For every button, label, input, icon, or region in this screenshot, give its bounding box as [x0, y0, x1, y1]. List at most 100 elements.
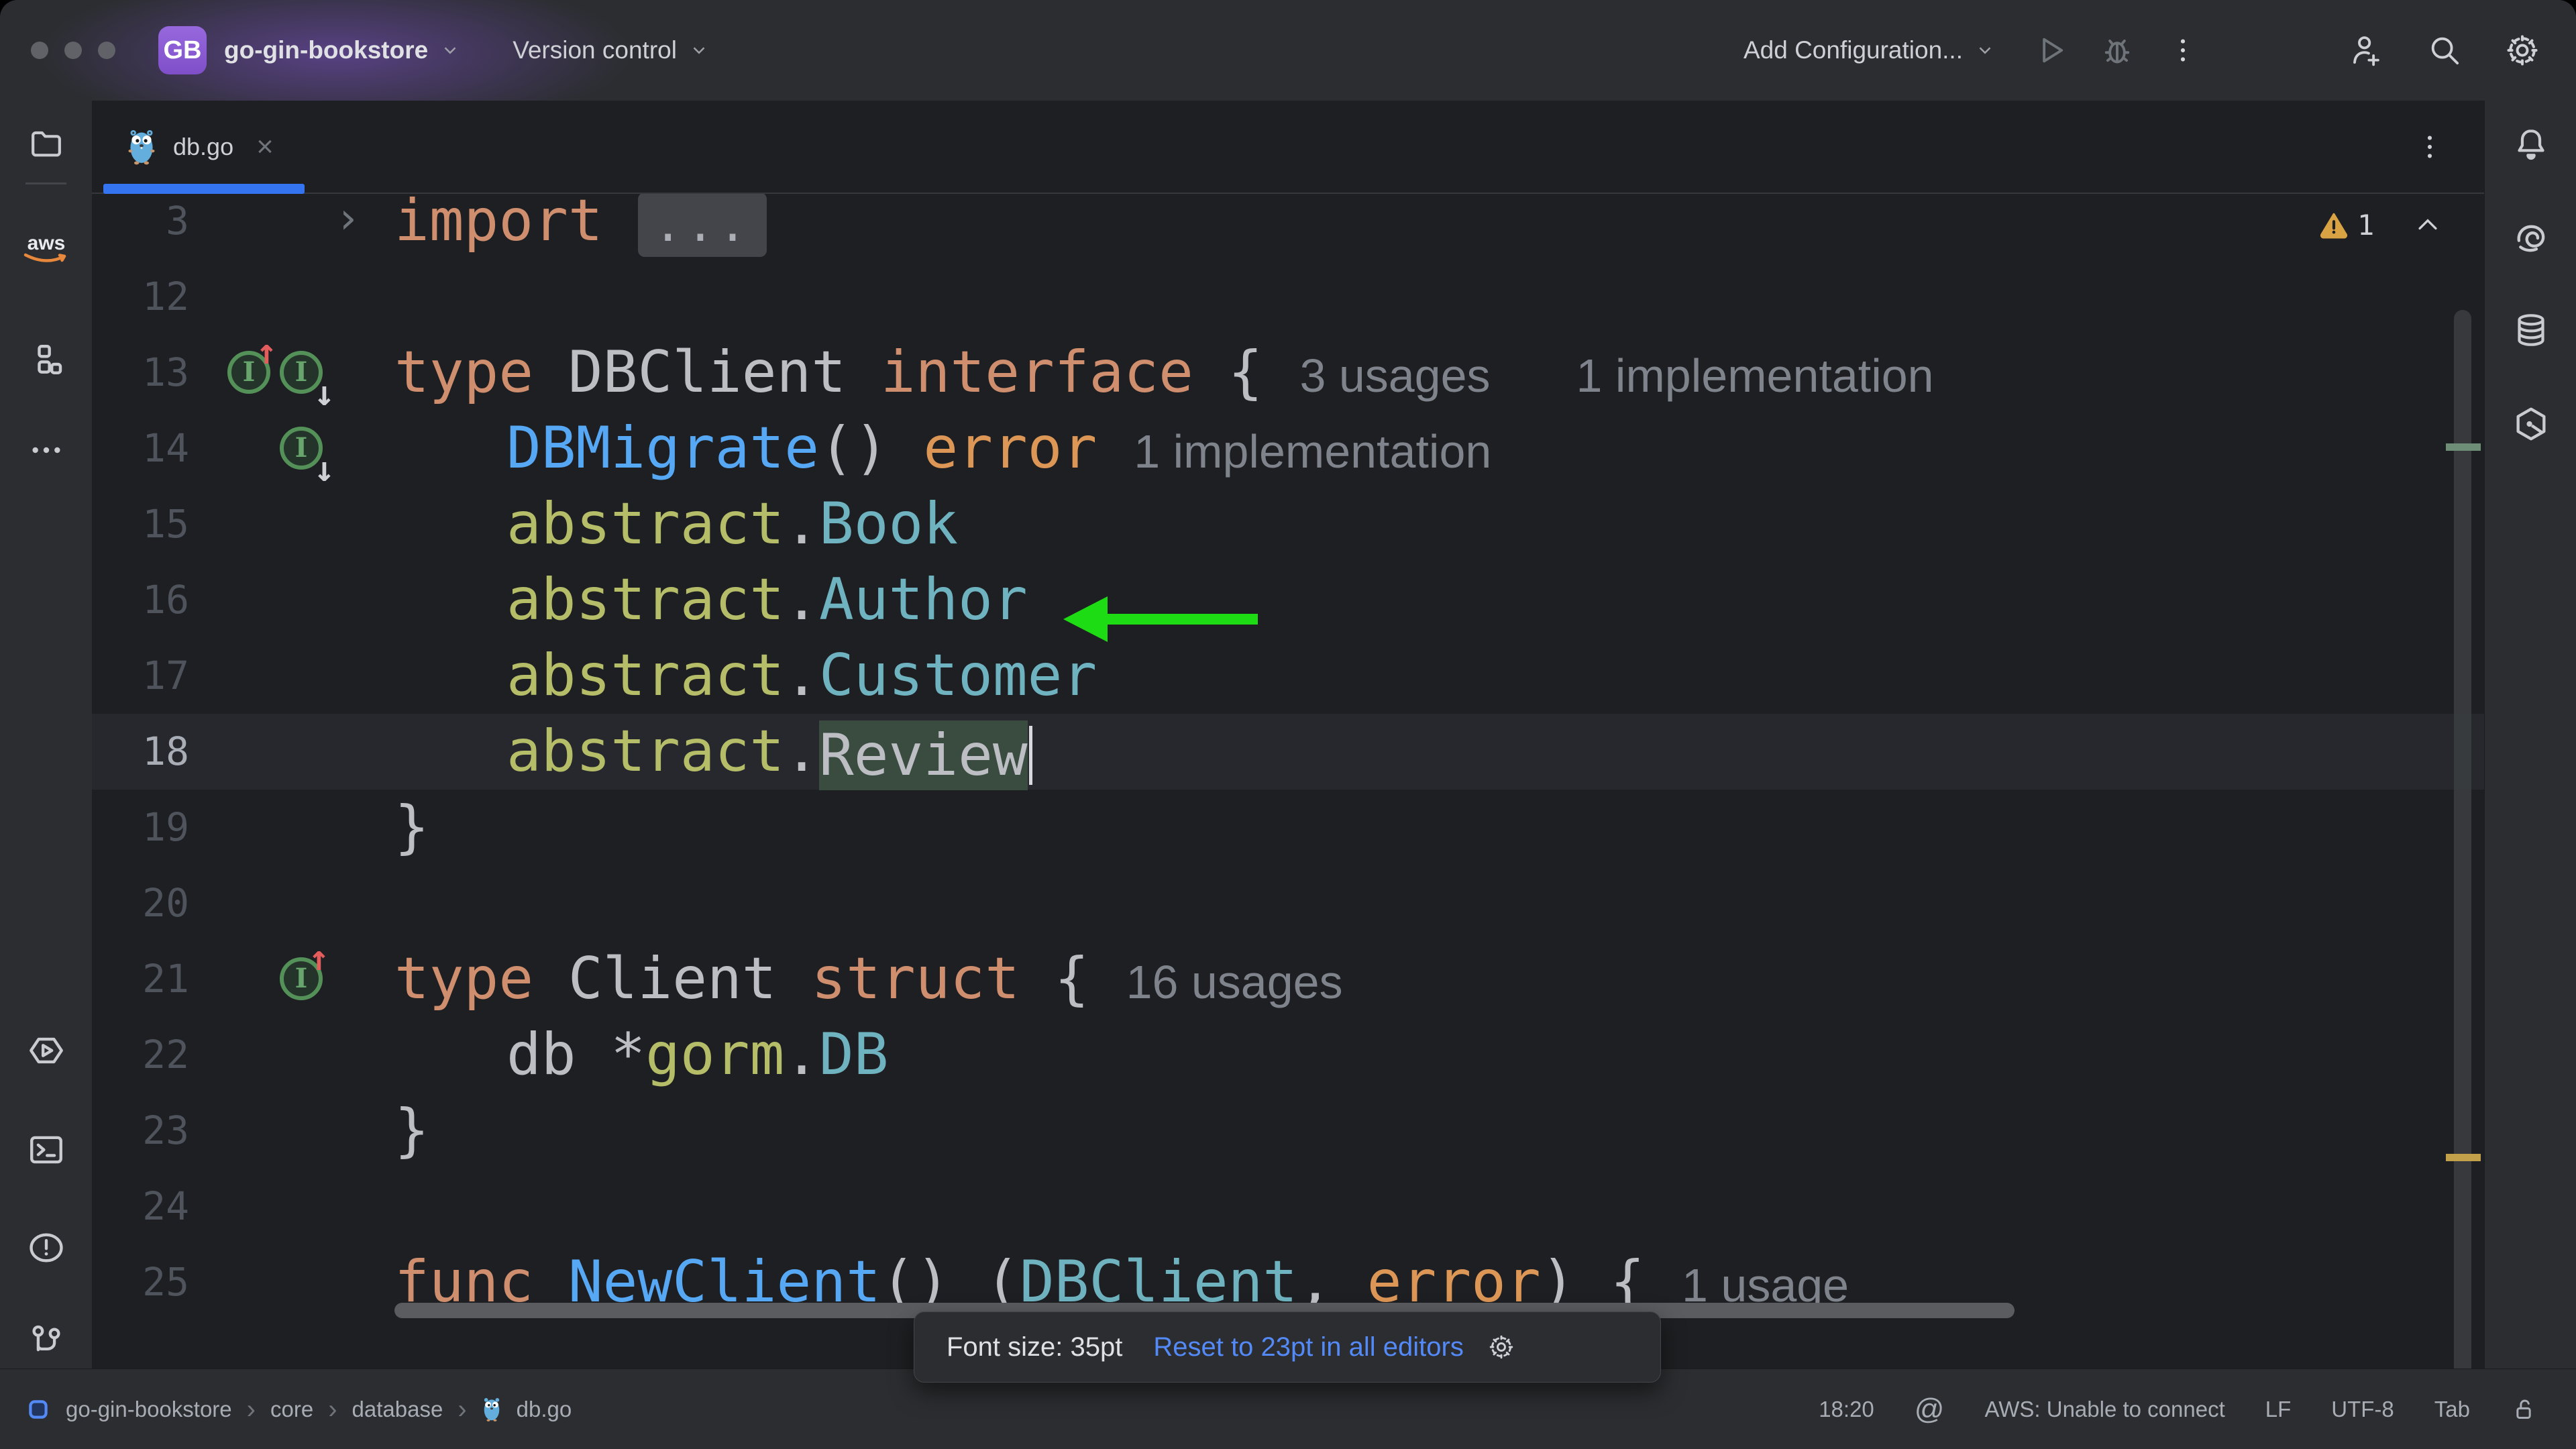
next-warning-chevron-down-icon[interactable]	[2481, 211, 2484, 240]
code-line-22[interactable]: 22 db *gorm.DB	[92, 1017, 2484, 1093]
code-line-23[interactable]: 23}	[92, 1093, 2484, 1169]
project-switcher[interactable]: go-gin-bookstore	[224, 36, 428, 64]
breadcrumb-database[interactable]: database	[352, 1397, 443, 1422]
status-breadcrumbs: go-gin-bookstore › core › database › db.…	[25, 1395, 572, 1425]
code-line-20[interactable]: 20	[92, 865, 2484, 941]
code-line-21[interactable]: 21 I ↑ type Client struct {16 usages	[92, 941, 2484, 1017]
implements-interface-icon[interactable]: I ↑	[280, 941, 329, 1011]
project-badge[interactable]: GB	[158, 26, 207, 74]
selected-identifier[interactable]: Review	[819, 720, 1028, 790]
code-line-17[interactable]: 17 abstract.Customer	[92, 638, 2484, 714]
warning-count: 1	[2357, 209, 2375, 241]
code-text[interactable]: abstract.Author	[394, 562, 1028, 638]
right-tool-stripe	[2484, 101, 2576, 1368]
search-icon[interactable]	[2423, 29, 2466, 72]
gutter-icons: I ↑	[211, 941, 329, 1014]
line-ending-widget[interactable]: LF	[2265, 1397, 2292, 1422]
add-user-icon[interactable]	[2345, 29, 2388, 72]
fold-chevron-icon[interactable]: ›	[335, 194, 361, 259]
dependencies-hexagon-icon[interactable]	[2485, 390, 2576, 458]
inlay-hint[interactable]: 16 usages	[1126, 956, 1343, 1008]
code-text[interactable]: import...	[394, 194, 767, 259]
vertical-scrollbar[interactable]	[2454, 310, 2471, 1410]
aws-connection-icon[interactable]: @	[1915, 1393, 1945, 1426]
code-token: import	[394, 194, 603, 254]
code-text[interactable]: abstract.Book	[394, 486, 958, 562]
scrollbar-selection-mark	[2446, 443, 2481, 451]
run-icon[interactable]	[0, 1017, 92, 1084]
code-text[interactable]: }	[394, 790, 429, 865]
window-zoom-dot[interactable]	[98, 42, 115, 59]
code-line-14[interactable]: 14 I ↓ DBMigrate() error 1 implementation	[92, 411, 2484, 487]
window-controls[interactable]	[31, 42, 115, 59]
code-token: DBMigrate	[506, 415, 819, 482]
code-token: abstract	[506, 490, 785, 557]
debug-icon[interactable]	[2096, 29, 2139, 72]
line-number: 15	[142, 501, 189, 547]
code-text[interactable]: DBMigrate() error 1 implementation	[394, 411, 1491, 486]
encoding-widget[interactable]: UTF-8	[2331, 1397, 2394, 1422]
down-arrow-icon: ↓	[313, 449, 335, 490]
code-line-19[interactable]: 19}	[92, 790, 2484, 865]
line-number: 23	[142, 1108, 189, 1153]
code-text[interactable]: type Client struct {16 usages	[394, 941, 1343, 1017]
code-line-18[interactable]: 18 abstract.Review	[92, 714, 2484, 790]
aws-status-widget[interactable]: AWS: Unable to connect	[1984, 1397, 2224, 1422]
code-line-24[interactable]: 24	[92, 1169, 2484, 1244]
line-number: 24	[142, 1183, 189, 1229]
settings-gear-icon[interactable]	[1487, 1332, 1516, 1362]
implemented-by-icon[interactable]: I ↓	[280, 416, 335, 487]
code-token: {	[1193, 339, 1263, 406]
code-text[interactable]: abstract.Customer	[394, 638, 1097, 714]
code-text[interactable]: }	[394, 1093, 429, 1169]
code-text[interactable]: db *gorm.DB	[394, 1017, 889, 1093]
code-text[interactable]: abstract.Review	[394, 714, 1032, 790]
unlock-icon[interactable]	[2510, 1396, 2537, 1423]
code-line-15[interactable]: 15 abstract.Book	[92, 486, 2484, 562]
code-token: Client	[533, 945, 812, 1012]
inspections-widget[interactable]: 1	[2318, 209, 2484, 241]
folded-import-region[interactable]: ...	[637, 194, 767, 257]
window-minimize-dot[interactable]	[64, 42, 82, 59]
left-tool-stripe: aws	[0, 101, 93, 1368]
aws-icon[interactable]: aws	[0, 215, 92, 282]
vcs-widget[interactable]: Version control	[513, 36, 677, 64]
inlay-hint[interactable]: 1 implementation	[1576, 350, 1934, 402]
git-branch-icon[interactable]	[0, 1308, 92, 1375]
settings-gear-icon[interactable]	[2501, 29, 2544, 72]
close-icon[interactable]: ×	[256, 130, 274, 164]
problems-icon[interactable]	[0, 1214, 92, 1281]
editor-column: db.go × 3 › import... 12 13 I ↑ I ↓ type DBClient…	[92, 101, 2484, 1449]
code-editor[interactable]: 3 › import... 12 13 I ↑ I ↓ type DBClient interfa…	[92, 194, 2484, 1422]
kebab-menu-icon[interactable]	[2161, 29, 2204, 72]
tab-options-kebab-icon[interactable]	[2414, 131, 2445, 162]
inlay-hint[interactable]: 1 implementation	[1134, 425, 1491, 478]
code-line-3[interactable]: 3 › import...	[92, 194, 2484, 259]
database-icon[interactable]	[2485, 297, 2576, 364]
implements-interface-icon[interactable]: I ↑	[227, 335, 277, 405]
inlay-hint[interactable]: 3 usages	[1299, 350, 1490, 402]
breadcrumb-core[interactable]: core	[270, 1397, 313, 1422]
tab-db-go[interactable]: db.go ×	[103, 101, 305, 194]
run-configuration-selector[interactable]: Add Configuration...	[1743, 36, 1963, 64]
implemented-by-icon[interactable]: I ↓	[280, 340, 335, 411]
ai-assistant-icon[interactable]	[2485, 205, 2576, 272]
more-ellipsis-icon[interactable]	[0, 417, 92, 484]
code-text[interactable]: type DBClient interface {3 usages 1 imple…	[394, 335, 1934, 411]
code-line-16[interactable]: 16 abstract.Author	[92, 562, 2484, 638]
reset-font-size-link[interactable]: Reset to 23pt in all editors	[1153, 1332, 1463, 1362]
indent-widget[interactable]: Tab	[2434, 1397, 2470, 1422]
breadcrumb-file[interactable]: db.go	[517, 1397, 572, 1422]
code-line-12[interactable]: 12	[92, 259, 2484, 335]
breadcrumb-project[interactable]: go-gin-bookstore	[66, 1397, 232, 1422]
terminal-icon[interactable]	[0, 1116, 92, 1183]
code-line-13[interactable]: 13 I ↑ I ↓ type DBClient interface {3 usages 1…	[92, 335, 2484, 411]
previous-warning-chevron-up-icon[interactable]	[2413, 211, 2443, 240]
code-token: .	[784, 566, 819, 633]
window-close-dot[interactable]	[31, 42, 48, 59]
notifications-bell-icon[interactable]	[2485, 111, 2576, 178]
project-folder-icon[interactable]	[0, 111, 92, 178]
play-icon[interactable]	[2030, 29, 2073, 72]
structure-icon[interactable]	[0, 326, 92, 393]
down-arrow-icon: ↓	[313, 374, 335, 414]
